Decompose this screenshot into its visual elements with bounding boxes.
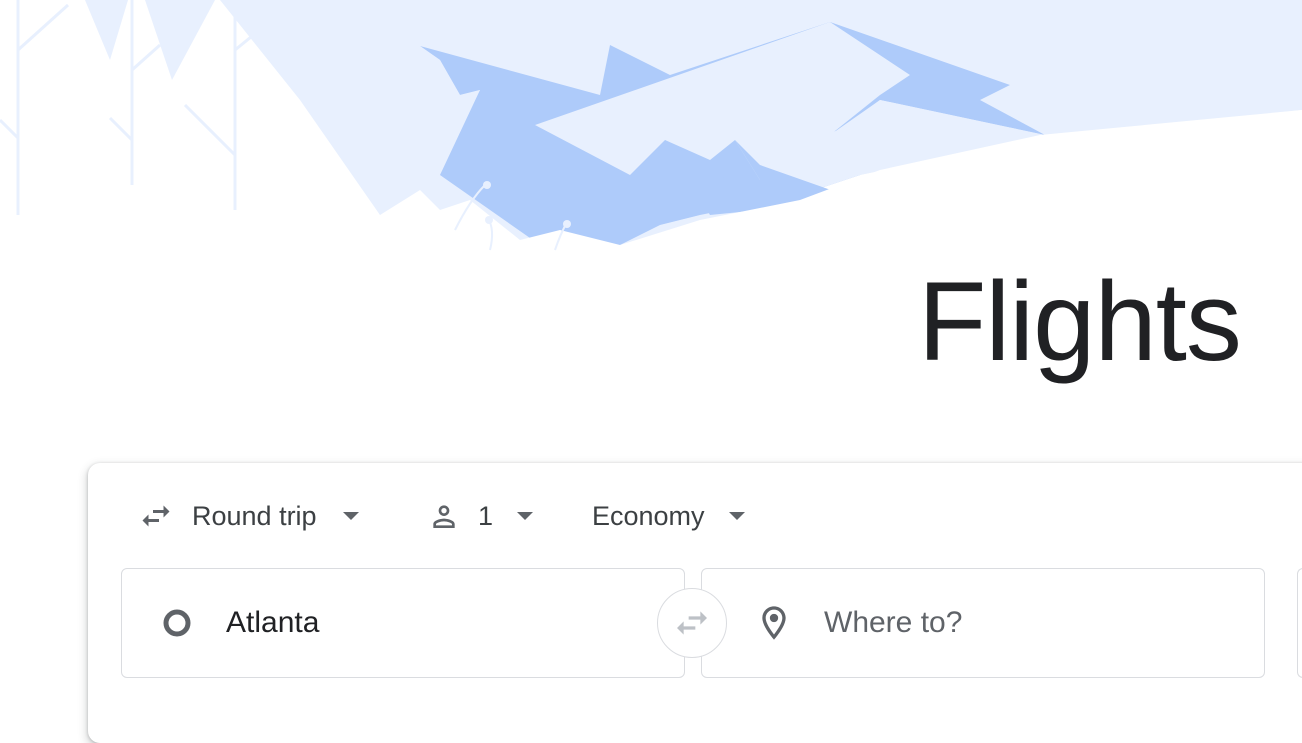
trip-type-dropdown[interactable]: Round trip [138,495,359,537]
swap-origin-destination-button[interactable] [657,588,727,658]
origin-field[interactable]: Atlanta [121,568,685,678]
destination-placeholder: Where to? [824,606,963,639]
person-icon [433,505,455,528]
caret-down-icon [728,512,745,520]
date-field-edge[interactable] [1297,568,1302,678]
location-pin-icon [762,606,786,640]
caret-down-icon [517,512,534,520]
cabin-class-label: Economy [592,500,705,531]
origin-circle-icon [163,609,191,637]
destination-field[interactable]: Where to? [701,568,1265,678]
swap-arrows-icon [677,611,707,635]
caret-down-icon [342,512,359,520]
trip-type-label: Round trip [192,500,317,531]
passenger-count: 1 [478,500,494,531]
passengers-dropdown[interactable]: 1 [428,495,534,537]
cabin-class-dropdown[interactable]: Economy [592,495,745,537]
page-title: Flights [918,259,1242,384]
origin-value: Atlanta [226,606,320,639]
hero-illustration [0,0,1302,300]
swap-horiz-icon [142,505,170,527]
